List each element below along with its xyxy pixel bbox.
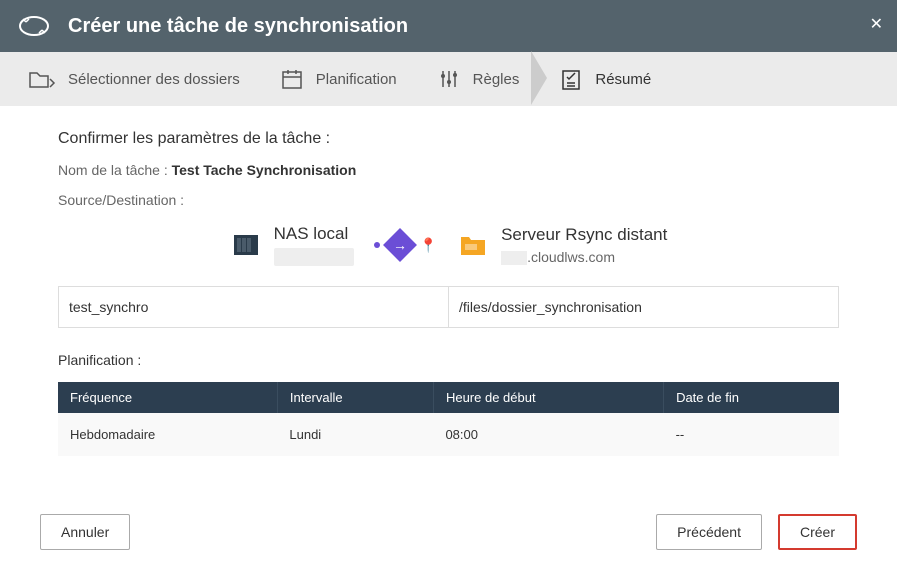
task-name-row: Nom de la tâche : Test Tache Synchronisa… <box>58 162 839 178</box>
dot-icon <box>374 242 380 248</box>
local-nas-device: NAS local <box>230 224 354 266</box>
step-rules[interactable]: Règles <box>437 67 520 91</box>
step-label: Planification <box>316 71 397 88</box>
col-interval: Intervalle <box>277 382 433 413</box>
task-name-label: Nom de la tâche : <box>58 162 172 178</box>
step-summary[interactable]: Résumé <box>559 67 651 91</box>
sliders-icon <box>437 67 461 91</box>
step-schedule[interactable]: Planification <box>280 67 397 91</box>
dialog-footer: Annuler Précédent Créer <box>0 514 897 550</box>
cell-interval: Lundi <box>277 413 433 456</box>
col-end-date: Date de fin <box>664 382 839 413</box>
previous-button[interactable]: Précédent <box>656 514 762 550</box>
local-nas-title: NAS local <box>274 224 354 244</box>
schedule-heading: Planification : <box>58 352 839 368</box>
dialog-header: Créer une tâche de synchronisation ✕ <box>0 0 897 52</box>
arrow-icon <box>383 228 417 262</box>
source-dest-label: Source/Destination : <box>58 192 839 208</box>
step-label: Sélectionner des dossiers <box>68 71 240 88</box>
schedule-table: Fréquence Intervalle Heure de début Date… <box>58 382 839 456</box>
content-area: Confirmer les paramètres de la tâche : N… <box>0 106 897 456</box>
remote-title: Serveur Rsync distant <box>501 225 667 245</box>
source-path: test_synchro <box>59 287 449 327</box>
remote-rsync-device: Serveur Rsync distant .cloudlws.com <box>457 225 667 265</box>
create-button[interactable]: Créer <box>778 514 857 550</box>
confirm-heading: Confirmer les paramètres de la tâche : <box>58 130 839 148</box>
task-name-value: Test Tache Synchronisation <box>172 162 357 178</box>
cell-start-time: 08:00 <box>433 413 663 456</box>
paths-row: test_synchro /files/dossier_synchronisat… <box>58 286 839 328</box>
checklist-icon <box>559 67 583 91</box>
wizard-steps: Sélectionner des dossiers Planification … <box>0 52 897 106</box>
folder-icon <box>28 67 56 91</box>
nas-icon <box>230 229 262 261</box>
step-chevron <box>531 51 547 105</box>
sync-direction: 📍 <box>374 233 437 257</box>
close-button[interactable]: ✕ <box>870 14 883 34</box>
step-select-folders[interactable]: Sélectionner des dossiers <box>28 67 240 91</box>
table-row: Hebdomadaire Lundi 08:00 -- <box>58 413 839 456</box>
dest-path: /files/dossier_synchronisation <box>449 287 838 327</box>
rsync-folder-icon <box>457 229 489 261</box>
remote-host: .cloudlws.com <box>501 249 667 265</box>
devices-row: NAS local 📍 Serveur Rsync distant .cloud… <box>58 224 839 266</box>
local-nas-host-blurred <box>274 248 354 266</box>
sync-icon <box>16 8 52 44</box>
pin-icon: 📍 <box>420 237 437 254</box>
col-start-time: Heure de début <box>433 382 663 413</box>
step-label: Résumé <box>595 71 651 88</box>
cell-frequency: Hebdomadaire <box>58 413 277 456</box>
dialog-title: Créer une tâche de synchronisation <box>68 15 408 38</box>
calendar-icon <box>280 67 304 91</box>
step-label: Règles <box>473 71 520 88</box>
col-frequency: Fréquence <box>58 382 277 413</box>
cell-end-date: -- <box>664 413 839 456</box>
cancel-button[interactable]: Annuler <box>40 514 130 550</box>
